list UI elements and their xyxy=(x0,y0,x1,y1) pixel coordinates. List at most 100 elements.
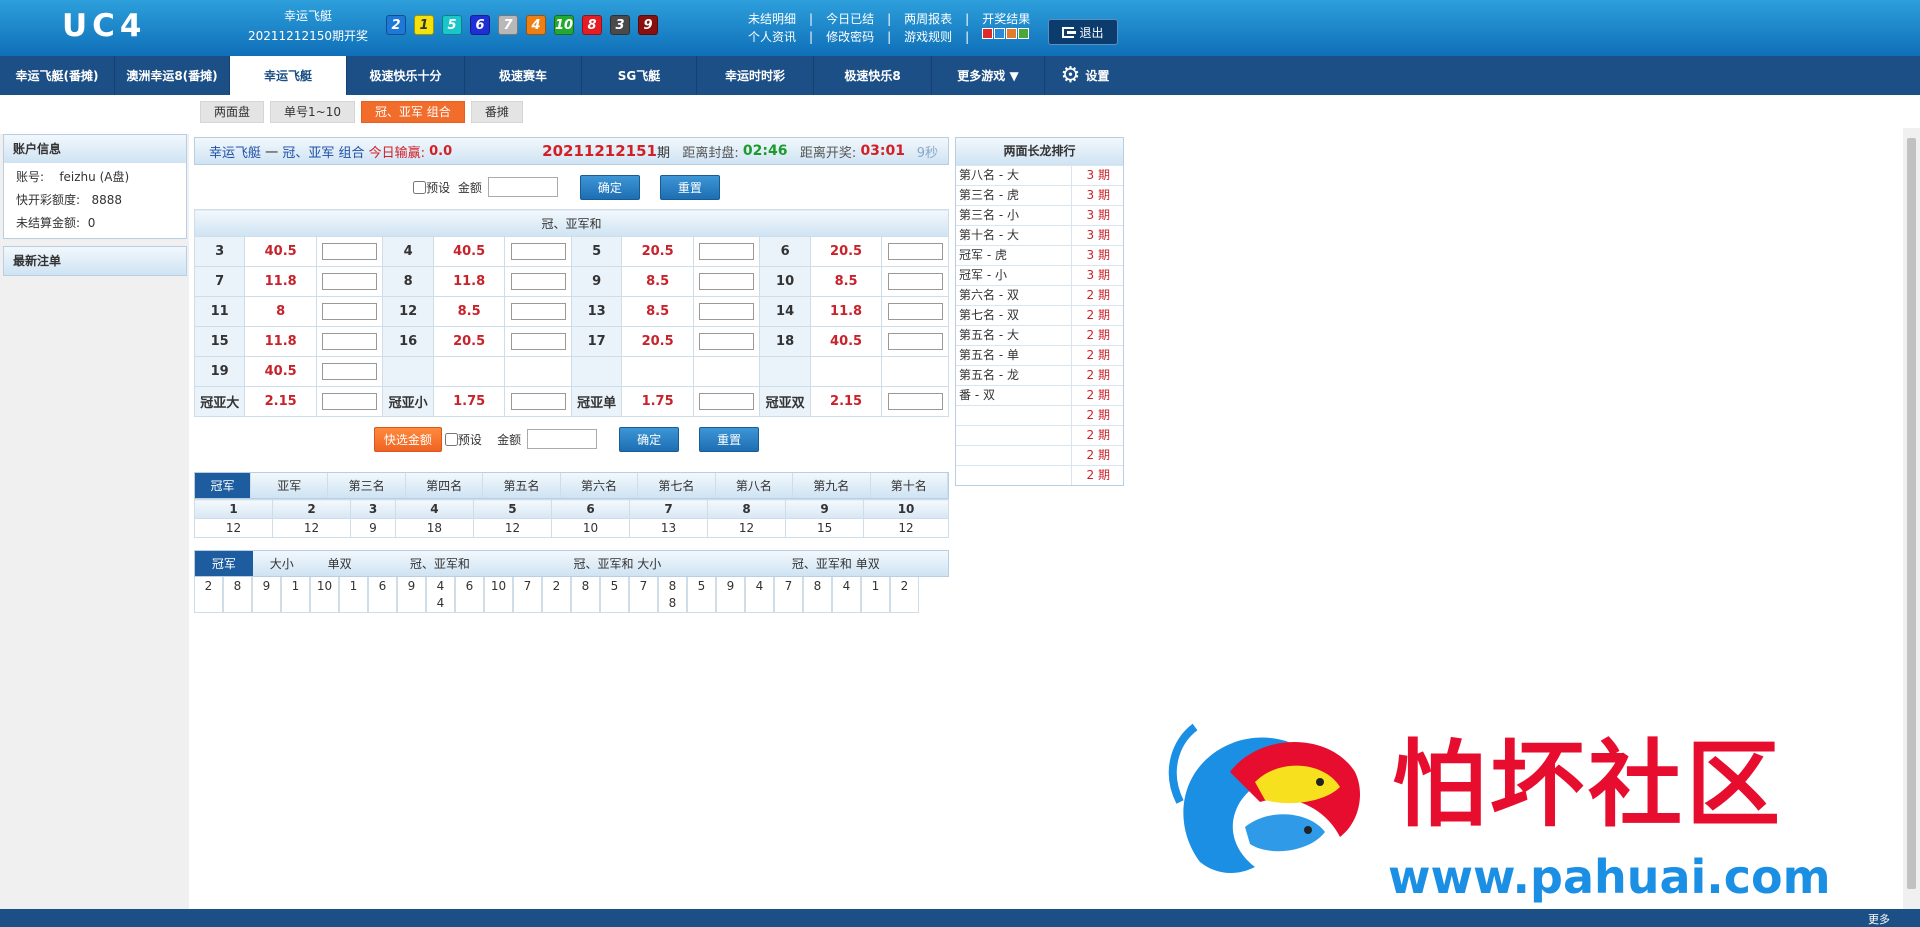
top-link[interactable]: 游戏规则 xyxy=(904,28,952,46)
odds-input-cell xyxy=(881,386,949,417)
road-column: 1 xyxy=(339,577,368,613)
stats-tab[interactable]: 第十名 xyxy=(871,473,948,498)
amount-input-bottom[interactable] xyxy=(527,429,598,449)
odds-amount-input[interactable] xyxy=(510,303,566,320)
stats-tab[interactable]: 亚军 xyxy=(251,473,329,498)
road-tab[interactable]: 大小 xyxy=(253,551,311,576)
road-tab[interactable]: 冠、亚军和 大小 xyxy=(511,551,723,576)
nav-item[interactable]: SG飞艇 xyxy=(582,56,697,95)
odds-amount-input[interactable] xyxy=(699,333,755,350)
nav-item[interactable]: 幸运飞艇 xyxy=(230,56,347,95)
road-tab[interactable]: 冠军 xyxy=(195,551,253,576)
play-subtab[interactable]: 单号1~10 xyxy=(270,101,355,123)
page-scrollbar[interactable] xyxy=(1903,128,1920,909)
road-cell: 4 xyxy=(436,596,445,610)
road-tab[interactable]: 冠、亚军和 xyxy=(369,551,512,576)
odds-amount-input[interactable] xyxy=(699,303,755,320)
skin-color-swatch[interactable] xyxy=(982,28,994,39)
bet-bar-bottom: 快选金额 预设 金额 确定 重置 xyxy=(194,417,949,461)
top-link[interactable]: 开奖结果 xyxy=(982,10,1030,28)
odds-value xyxy=(621,356,694,387)
odds-amount-input[interactable] xyxy=(887,243,943,260)
confirm-button[interactable]: 确定 xyxy=(579,174,640,200)
nav-item[interactable]: 幸运飞艇(番摊) xyxy=(0,56,115,95)
nav-item[interactable]: 澳洲幸运8(番摊) xyxy=(115,56,230,95)
reset-button[interactable]: 重置 xyxy=(659,174,720,200)
stats-tab[interactable]: 第八名 xyxy=(716,473,794,498)
long-dragon-ranking: 两面长龙排行 第八名 - 大3 期第三名 - 虎3 期第三名 - 小3 期第十名… xyxy=(955,137,1124,486)
top-link[interactable]: 未结明细 xyxy=(748,10,796,28)
odds-amount-input[interactable] xyxy=(510,333,566,350)
stats-tab[interactable]: 第三名 xyxy=(328,473,406,498)
odds-amount-input[interactable] xyxy=(322,273,378,290)
play-subtab[interactable]: 番摊 xyxy=(470,101,523,123)
road-tab[interactable]: 单双 xyxy=(311,551,369,576)
top-link[interactable]: 两周报表 xyxy=(904,10,952,28)
nav-item[interactable]: 极速赛车 xyxy=(465,56,582,95)
stats-tab[interactable]: 第六名 xyxy=(561,473,639,498)
odds-amount-input[interactable] xyxy=(322,243,378,260)
road-column: 2 xyxy=(194,577,223,613)
ranking-row: 第七名 - 双 2 期 xyxy=(956,305,1123,325)
link-separator: | xyxy=(887,30,892,44)
road-tab[interactable]: 冠、亚军和 单双 xyxy=(724,551,948,576)
odds-amount-input[interactable] xyxy=(887,393,943,410)
road-cell: 5 xyxy=(697,579,706,593)
odds-number: 3 xyxy=(193,236,246,267)
road-column: 8 xyxy=(803,577,832,613)
odds-amount-input[interactable] xyxy=(322,393,378,410)
stats-tab[interactable]: 第七名 xyxy=(638,473,716,498)
nav-item[interactable]: 更多游戏 ▼ xyxy=(932,56,1045,95)
scrollbar-thumb[interactable] xyxy=(1907,138,1916,889)
odds-amount-input[interactable] xyxy=(322,363,378,380)
ranking-periods: 3 期 xyxy=(1086,188,1110,202)
top-link[interactable]: 个人资讯 xyxy=(748,28,796,46)
top-link[interactable]: 修改密码 xyxy=(826,28,874,46)
odds-amount-input[interactable] xyxy=(322,303,378,320)
stats-tab[interactable]: 第四名 xyxy=(406,473,484,498)
preset-checkbox-bottom[interactable] xyxy=(444,432,458,446)
logout-button[interactable]: 退出 xyxy=(1048,19,1118,45)
stats-tab[interactable]: 第五名 xyxy=(483,473,561,498)
odds-amount-input[interactable] xyxy=(887,303,943,320)
ranking-row: 番 - 双 2 期 xyxy=(956,385,1123,405)
top-link[interactable]: 今日已结 xyxy=(826,10,874,28)
reset-button-bottom[interactable]: 重置 xyxy=(699,426,760,452)
odds-amount-input[interactable] xyxy=(887,273,943,290)
odds-amount-input[interactable] xyxy=(510,393,566,410)
skin-color-swatch[interactable] xyxy=(1018,28,1030,39)
odds-amount-input[interactable] xyxy=(510,243,566,260)
footer-more-link[interactable]: 更多 xyxy=(1868,911,1890,927)
quick-amount-button[interactable]: 快选金额 xyxy=(373,426,442,452)
odds-amount-input[interactable] xyxy=(887,333,943,350)
play-subtab[interactable]: 冠、亚军 组合 xyxy=(360,101,465,123)
ranking-row: 第六名 - 双 2 期 xyxy=(956,285,1123,305)
nav-item[interactable]: 幸运时时彩 xyxy=(697,56,814,95)
odds-amount-input[interactable] xyxy=(510,273,566,290)
road-cell: 1 xyxy=(349,579,358,593)
nav-item[interactable]: 极速快乐8 xyxy=(814,56,932,95)
skin-color-swatch[interactable] xyxy=(1006,28,1018,39)
confirm-button-bottom[interactable]: 确定 xyxy=(619,426,680,452)
odds-amount-input[interactable] xyxy=(699,393,755,410)
preset-checkbox[interactable] xyxy=(413,180,427,194)
settings-button[interactable]: ⚙ 设置 xyxy=(1045,56,1125,95)
stats-tab[interactable]: 第九名 xyxy=(793,473,871,498)
latest-bets-box[interactable]: 最新注单 xyxy=(3,246,187,276)
odds-amount-input[interactable] xyxy=(699,243,755,260)
stats-tab[interactable]: 冠军 xyxy=(195,473,251,498)
close-countdown: 02:46 xyxy=(742,143,788,159)
amount-input[interactable] xyxy=(487,177,558,197)
odds-amount-input[interactable] xyxy=(699,273,755,290)
refresh-timer[interactable]: 9秒 xyxy=(917,142,938,161)
open-countdown: 03:01 xyxy=(860,143,906,159)
road-column: 5 xyxy=(687,577,716,613)
skin-color-swatch[interactable] xyxy=(994,28,1006,39)
odds-input-cell xyxy=(692,326,761,357)
play-subtab[interactable]: 两面盘 xyxy=(200,101,265,123)
number-stats: 冠军 亚军 第三名 第四名 第五名 第六名 第七名 第八名 第九名 第十名 1 2 3 4 5 6 7 8 9 10… xyxy=(193,472,949,538)
nav-item[interactable]: 极速快乐十分 xyxy=(347,56,465,95)
odds-amount-input[interactable] xyxy=(322,333,378,350)
road-column: 44 xyxy=(426,577,455,613)
road-tabs: 冠军 大小 单双 冠、亚军和 冠、亚军和 大小 冠、亚军和 单双 xyxy=(194,550,949,577)
